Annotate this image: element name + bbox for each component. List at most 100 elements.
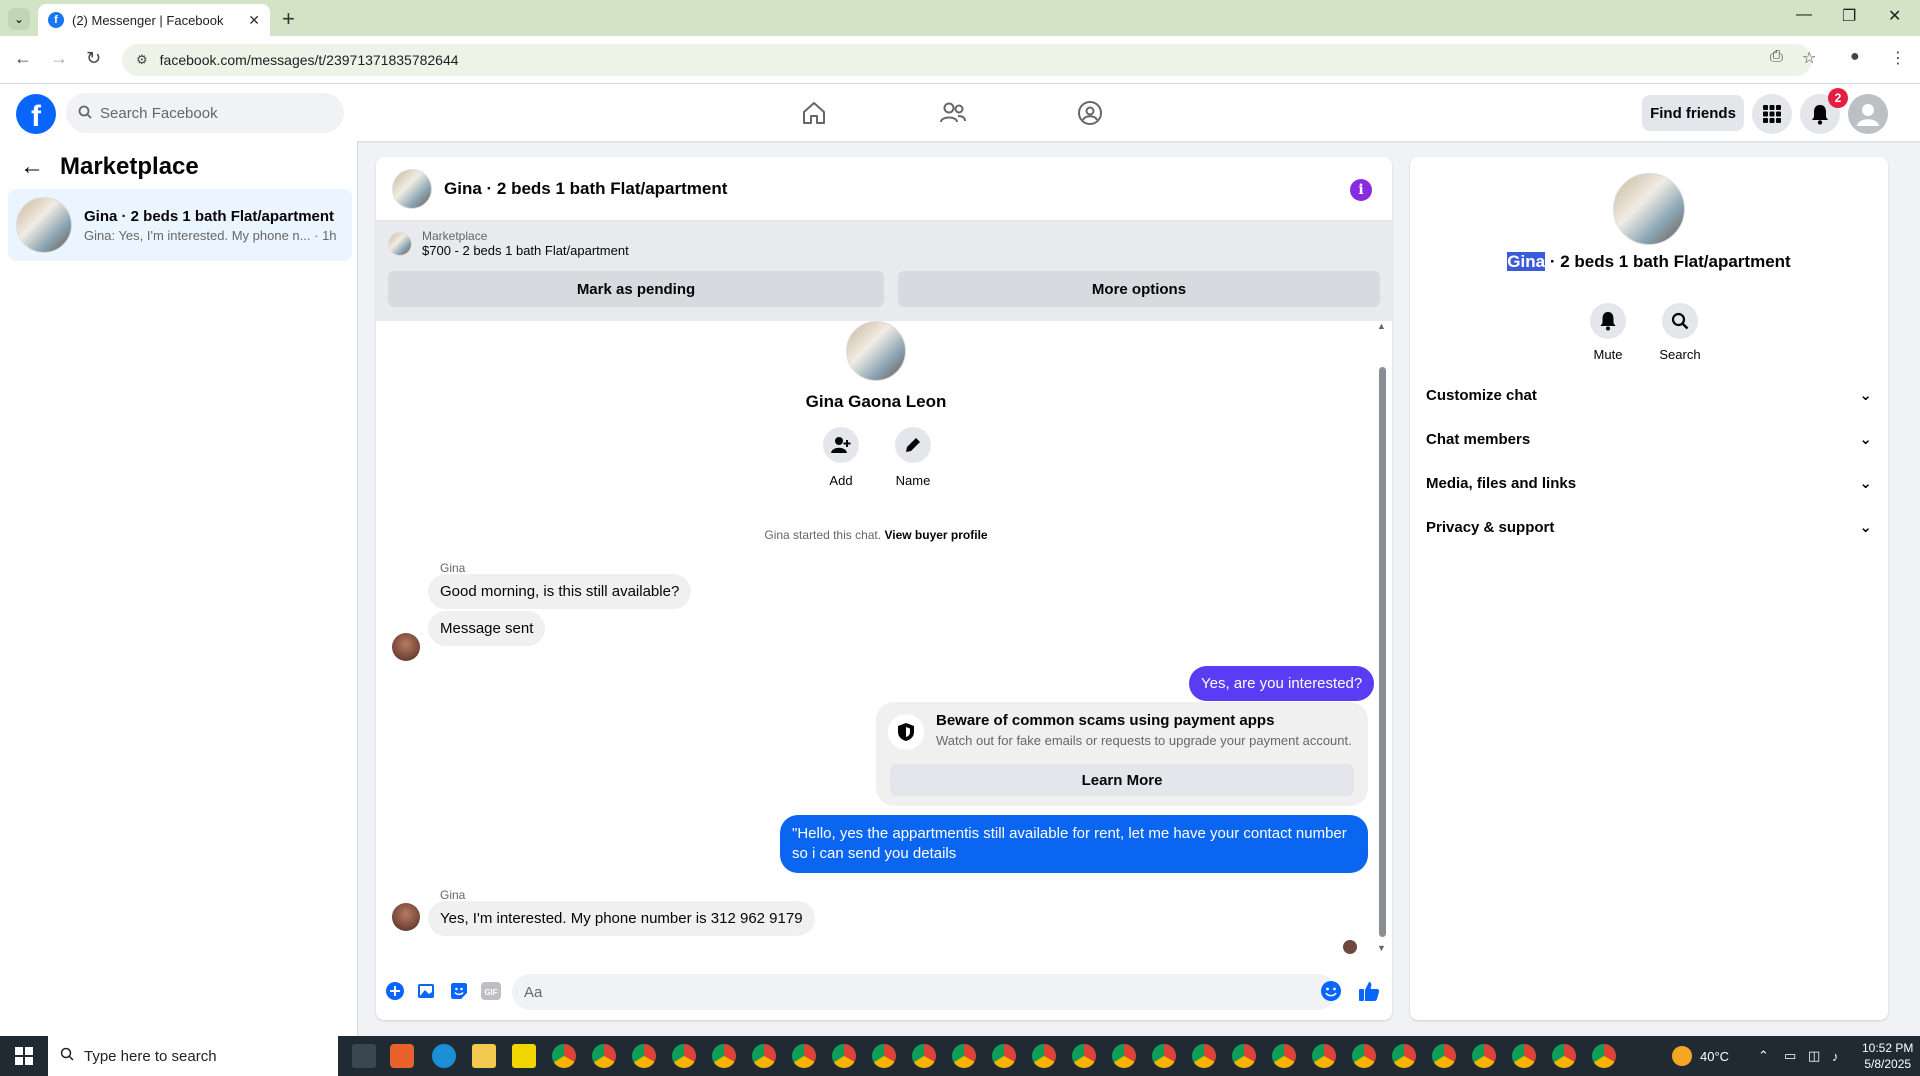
chrome-icon[interactable] — [792, 1044, 816, 1068]
chrome-icon[interactable] — [1072, 1044, 1096, 1068]
gif-icon[interactable]: GIF — [480, 980, 502, 1002]
section-media-files-links[interactable]: Media, files and links ⌄ — [1426, 461, 1872, 505]
chrome-icon[interactable] — [552, 1044, 576, 1068]
name-action[interactable]: Name — [883, 427, 943, 488]
sticky-notes-icon[interactable] — [512, 1044, 536, 1068]
tab-search-button[interactable]: ⌄ — [8, 8, 30, 30]
chrome-icon[interactable] — [1432, 1044, 1456, 1068]
chrome-icon[interactable] — [1592, 1044, 1616, 1068]
taskbar-search-input[interactable]: Type here to search — [48, 1036, 338, 1076]
chrome-icon[interactable] — [592, 1044, 616, 1068]
back-icon[interactable]: ← — [14, 48, 32, 69]
info-icon[interactable]: i — [1350, 179, 1372, 201]
app-icon[interactable] — [390, 1044, 414, 1068]
chrome-icon[interactable] — [712, 1044, 736, 1068]
profile-avatar[interactable] — [846, 321, 906, 381]
photo-icon[interactable] — [416, 980, 438, 1002]
incoming-message[interactable]: Message sent — [428, 611, 546, 646]
mute-action[interactable]: Mute — [1578, 303, 1638, 362]
profile-icon[interactable]: ● — [1850, 48, 1860, 66]
section-privacy-support[interactable]: Privacy & support ⌄ — [1426, 505, 1872, 549]
restore-button[interactable]: ❐ — [1842, 6, 1856, 26]
bookmark-star-icon[interactable]: ☆ — [1802, 48, 1816, 68]
reload-icon[interactable]: ↻ — [86, 48, 101, 69]
menu-dots-icon[interactable]: ⋮ — [1890, 48, 1906, 68]
taskbar-clock[interactable]: 10:52 PM 5/8/2025 — [1862, 1040, 1913, 1072]
emoji-icon[interactable] — [1320, 980, 1342, 1002]
chrome-icon[interactable] — [1512, 1044, 1536, 1068]
chat-title[interactable]: Gina · 2 beds 1 bath Flat/apartment — [444, 179, 727, 199]
volume-icon[interactable]: ♪ — [1832, 1036, 1839, 1076]
chrome-icon[interactable] — [1472, 1044, 1496, 1068]
chrome-icon[interactable] — [1232, 1044, 1256, 1068]
plus-circle-icon[interactable] — [384, 980, 406, 1002]
chrome-icon[interactable] — [1112, 1044, 1136, 1068]
chrome-icon[interactable] — [1192, 1044, 1216, 1068]
section-chat-members[interactable]: Chat members ⌄ — [1426, 417, 1872, 461]
minimize-button[interactable]: — — [1796, 6, 1812, 24]
friends-icon[interactable] — [938, 98, 968, 128]
task-view-icon[interactable] — [352, 1044, 376, 1068]
search-action[interactable]: Search — [1650, 303, 1710, 362]
scroll-down-icon[interactable]: ▼ — [1377, 943, 1386, 953]
incoming-message[interactable]: Yes, I'm interested. My phone number is … — [428, 901, 815, 936]
chrome-icon[interactable] — [912, 1044, 936, 1068]
chrome-icon[interactable] — [672, 1044, 696, 1068]
back-arrow-icon[interactable]: ← — [20, 153, 44, 181]
show-hidden-icons[interactable]: ⌃ — [1758, 1036, 1769, 1076]
url-field[interactable]: ⚙ facebook.com/messages/t/23971371835782… — [122, 44, 1812, 76]
chrome-icon[interactable] — [752, 1044, 776, 1068]
browser-tab[interactable]: f (2) Messenger | Facebook ✕ — [38, 4, 270, 36]
sender-avatar[interactable] — [392, 633, 420, 661]
chrome-icon[interactable] — [1032, 1044, 1056, 1068]
scroll-thumb[interactable] — [1379, 367, 1386, 937]
chrome-icon[interactable] — [1352, 1044, 1376, 1068]
chrome-icon[interactable] — [832, 1044, 856, 1068]
chrome-icon[interactable] — [1272, 1044, 1296, 1068]
forward-icon[interactable]: → — [50, 48, 68, 69]
edge-icon[interactable] — [432, 1044, 456, 1068]
network-icon[interactable]: ◫ — [1808, 1036, 1820, 1076]
chrome-icon[interactable] — [872, 1044, 896, 1068]
windows-start-icon[interactable] — [0, 1036, 48, 1076]
outgoing-message[interactable]: Yes, are you interested? — [1189, 666, 1375, 701]
weather-widget[interactable]: 40°C — [1672, 1036, 1729, 1076]
section-customize-chat[interactable]: Customize chat ⌄ — [1426, 373, 1872, 417]
mark-pending-button[interactable]: Mark as pending — [388, 271, 884, 307]
conversation-item[interactable]: Gina · 2 beds 1 bath Flat/apartment Gina… — [8, 189, 352, 261]
listing-name[interactable]: $700 - 2 beds 1 bath Flat/apartment — [422, 243, 629, 258]
chrome-icon[interactable] — [1552, 1044, 1576, 1068]
facebook-logo-icon[interactable]: f — [16, 94, 56, 134]
site-info-icon[interactable]: ⚙ — [136, 52, 148, 68]
chrome-icon[interactable] — [992, 1044, 1016, 1068]
chrome-icon[interactable] — [632, 1044, 656, 1068]
close-tab-icon[interactable]: ✕ — [248, 12, 260, 29]
new-tab-button[interactable]: + — [282, 6, 295, 32]
more-options-button[interactable]: More options — [898, 271, 1380, 307]
chrome-icon[interactable] — [1392, 1044, 1416, 1068]
groups-icon[interactable] — [1075, 98, 1105, 128]
find-friends-button[interactable]: Find friends — [1642, 95, 1744, 131]
chrome-icon[interactable] — [952, 1044, 976, 1068]
view-buyer-profile-link[interactable]: View buyer profile — [884, 528, 987, 542]
battery-icon[interactable]: ▭ — [1784, 1036, 1796, 1076]
home-icon[interactable] — [799, 98, 829, 128]
install-app-icon[interactable]: ⎙ — [1770, 48, 1783, 66]
listing-large-avatar[interactable] — [1613, 173, 1685, 245]
file-explorer-icon[interactable] — [472, 1044, 496, 1068]
add-action[interactable]: Add — [811, 427, 871, 488]
chrome-icon[interactable] — [1312, 1044, 1336, 1068]
chat-avatar[interactable] — [392, 168, 432, 209]
message-input[interactable]: Aa — [512, 974, 1336, 1010]
close-window-button[interactable]: ✕ — [1888, 6, 1901, 26]
message-scrollbar[interactable]: ▲ ▼ — [1376, 321, 1388, 956]
sticker-icon[interactable] — [448, 980, 470, 1002]
learn-more-button[interactable]: Learn More — [890, 764, 1354, 796]
outgoing-message[interactable]: "Hello, yes the appartmentis still avail… — [780, 815, 1368, 873]
chrome-icon[interactable] — [1152, 1044, 1176, 1068]
search-input[interactable]: Search Facebook — [66, 93, 344, 133]
scroll-up-icon[interactable]: ▲ — [1377, 321, 1386, 331]
incoming-message[interactable]: Good morning, is this still available? — [428, 574, 692, 609]
menu-grid-icon[interactable] — [1752, 94, 1792, 134]
thumbs-up-icon[interactable] — [1358, 980, 1380, 1002]
